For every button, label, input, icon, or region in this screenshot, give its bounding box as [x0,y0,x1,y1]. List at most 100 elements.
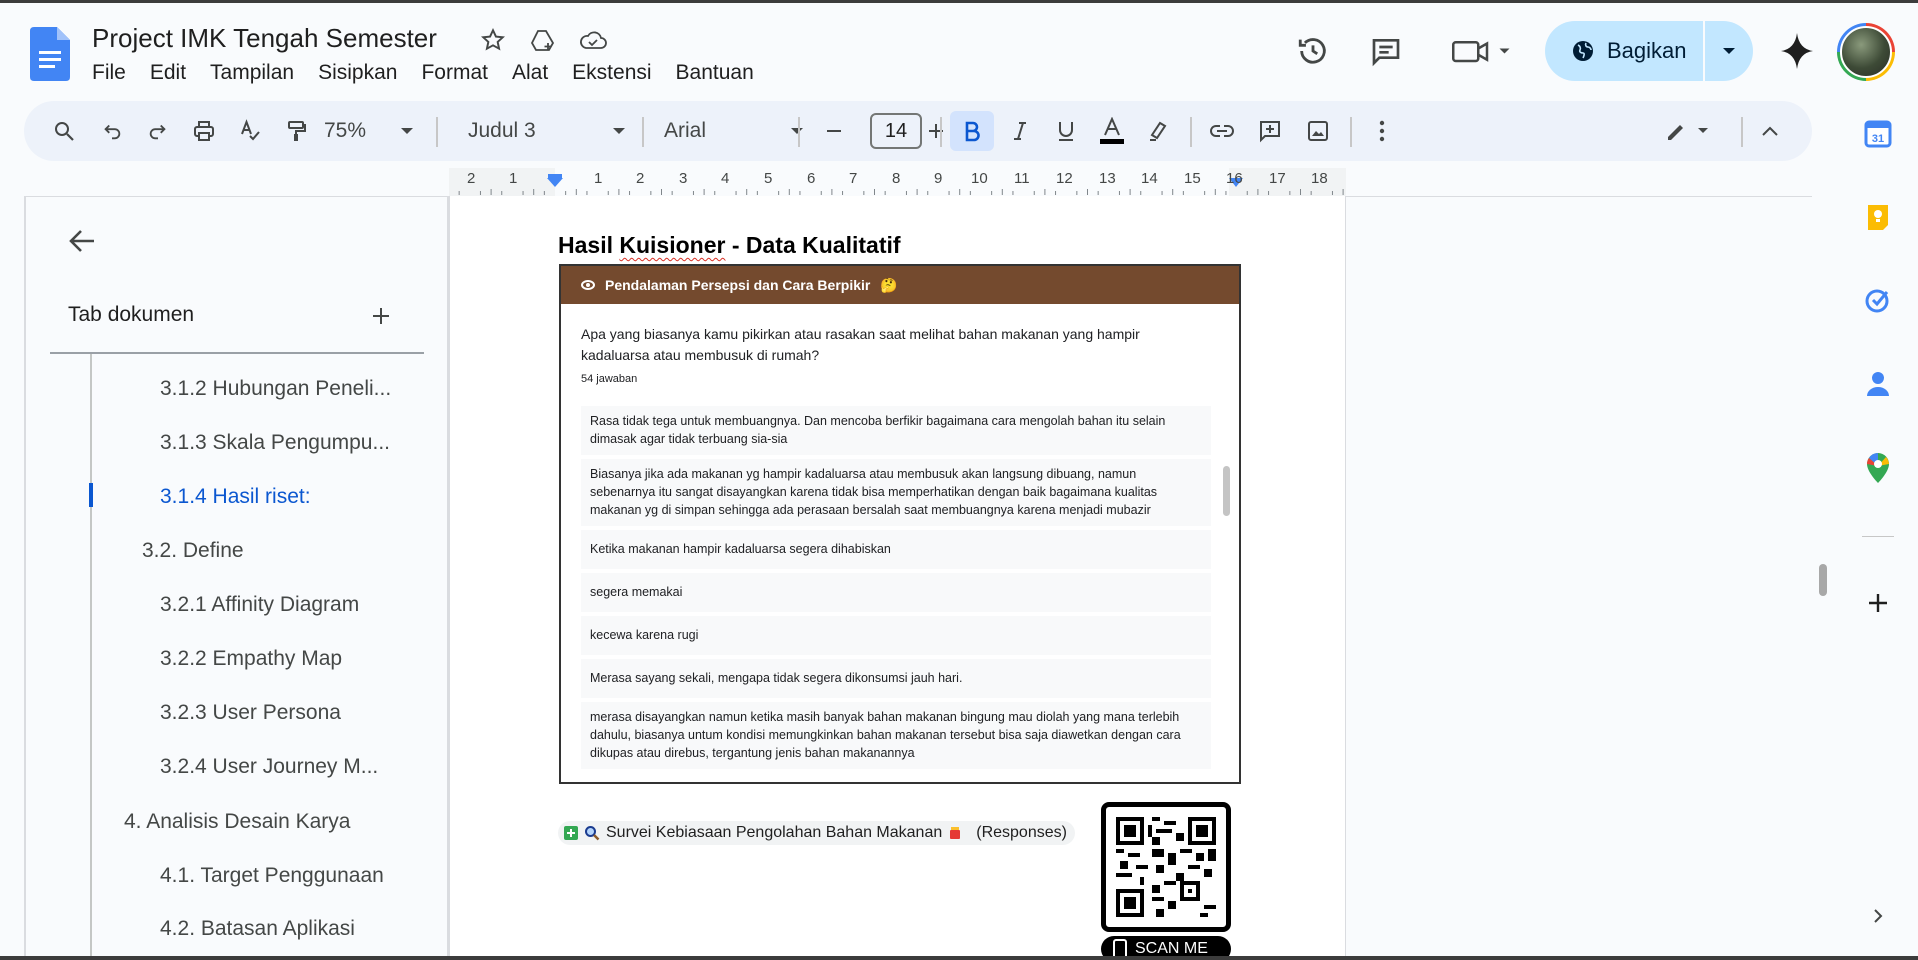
paint-format-icon[interactable] [278,111,314,151]
ruler-labels: 2 1 1 2 3 4 5 6 7 8 9 10 11 12 13 14 15 … [449,170,1346,190]
window-bottom-border [0,956,1918,960]
text-color-button[interactable] [1092,111,1132,151]
outline-item[interactable]: 4.2. Batasan Aplikasi [160,917,355,941]
redo-icon[interactable] [140,111,176,151]
answer-item: Rasa tidak tega untuk membuangnya. Dan m… [581,406,1211,455]
calendar-icon[interactable]: 31 [1860,116,1896,152]
font-size-input[interactable]: 14 [870,113,922,149]
spellcheck-icon[interactable] [232,111,268,151]
form-section-title: Pendalaman Persepsi dan Cara Berpikir [605,277,871,293]
cloud-saved-icon[interactable] [578,25,608,55]
menu-bantuan[interactable]: Bantuan [664,59,766,87]
move-to-drive-icon[interactable] [528,25,558,55]
answer-item: Ketika makanan hampir kadaluarsa segera … [581,530,1211,569]
menu-tampilan[interactable]: Tampilan [198,59,306,87]
add-tab-icon[interactable] [366,301,396,331]
share-dropdown-button[interactable] [1705,21,1753,81]
outline-item-active[interactable]: 3.1.4 Hasil riset: [160,485,311,509]
share-label: Bagikan [1607,38,1687,63]
menu-alat[interactable]: Alat [500,59,560,87]
outline-item[interactable]: 3.2.1 Affinity Diagram [160,593,359,617]
toolbar-divider [1350,117,1352,147]
document-title[interactable]: Project IMK Tengah Semester [92,23,437,54]
toolbar-divider [940,117,942,147]
gemini-icon[interactable] [1777,29,1817,73]
ruler-label: 17 [1269,170,1286,187]
bold-button[interactable] [950,111,994,151]
keep-icon[interactable] [1860,199,1896,235]
outline-item[interactable]: 4. Analisis Desain Karya [124,810,350,834]
toolbar-divider [436,117,438,147]
star-icon[interactable] [478,25,508,55]
collapse-menus-icon[interactable] [1750,111,1790,151]
insert-link-icon[interactable] [1202,111,1242,151]
highlight-color-icon[interactable] [1138,111,1178,151]
ruler-label: 2 [636,170,645,187]
tasks-icon[interactable] [1860,282,1896,318]
ruler-label: 4 [721,170,730,187]
version-history-icon[interactable] [1293,31,1333,71]
magnifier-emoji-icon [585,826,600,841]
rail-divider [1862,536,1894,537]
document-tabs-panel: Tab dokumen 3.1.2 Hubungan Peneli... 3.1… [24,196,449,960]
horizontal-ruler[interactable]: 2 1 1 2 3 4 5 6 7 8 9 10 11 12 13 14 15 … [449,168,1346,196]
outline-item[interactable]: 3.2. Define [142,539,244,563]
print-icon[interactable] [186,111,222,151]
ruler-label: 9 [934,170,943,187]
ruler-label: 14 [1141,170,1158,187]
sheets-smart-chip[interactable]: Survei Kebiasaan Pengolahan Bahan Makana… [558,821,1075,845]
expand-side-panel-icon[interactable] [1860,898,1896,934]
google-docs-logo-icon[interactable] [30,27,70,81]
active-indicator [89,483,93,507]
ruler-label: 18 [1311,170,1328,187]
add-addon-icon[interactable] [1860,585,1896,621]
outline-item[interactable]: 3.2.2 Empathy Map [160,647,342,671]
sheets-icon [564,826,578,840]
outline-item[interactable]: 3.2.3 User Persona [160,701,341,725]
outline-item[interactable]: 4.1. Target Penggunaan [160,864,384,888]
more-options-icon[interactable] [1362,111,1402,151]
paragraph-style-select[interactable]: Judul 3 [468,111,626,151]
zoom-select[interactable]: 75% [324,111,414,151]
tabs-heading: Tab dokumen [68,303,195,326]
toolbar-divider [798,117,800,147]
italic-button[interactable] [1000,111,1040,151]
outline-item[interactable]: 3.1.3 Skala Pengumpu... [160,431,390,455]
meet-video-icon[interactable] [1447,31,1517,71]
ruler-label: 3 [679,170,688,187]
search-menus-icon[interactable] [44,111,84,151]
menu-edit[interactable]: Edit [138,59,198,87]
maps-icon[interactable] [1860,450,1896,486]
editing-mode-select[interactable] [1650,111,1734,151]
decrease-font-size-icon[interactable] [814,111,854,151]
menu-sisipkan[interactable]: Sisipkan [306,59,409,87]
add-comment-icon[interactable] [1250,111,1290,151]
menu-ekstensi[interactable]: Ekstensi [560,59,663,87]
ruler-label: 6 [807,170,816,187]
ruler-label: 16 [1226,170,1243,187]
insert-image-icon[interactable] [1298,111,1338,151]
account-avatar[interactable] [1837,23,1895,81]
share-button[interactable]: Bagikan [1545,21,1705,81]
toolbar-divider [1741,117,1743,147]
ruler-label: 2 [467,170,476,187]
outline-item[interactable]: 3.2.4 User Journey M... [160,755,378,779]
undo-icon[interactable] [94,111,130,151]
form-responses-image[interactable]: Pendalaman Persepsi dan Cara Berpikir 🤔 … [559,264,1241,784]
chevron-down-icon [1723,48,1735,54]
underline-button[interactable] [1046,111,1086,151]
section-heading[interactable]: Hasil Kuisioner - Data Kualitatif [558,232,901,259]
ruler-label: 13 [1099,170,1116,187]
qr-code-pattern [1116,817,1216,917]
font-family-select[interactable]: Arial [664,111,804,151]
contacts-icon[interactable] [1860,366,1896,402]
menu-file[interactable]: File [80,59,138,87]
back-arrow-icon[interactable] [62,221,102,261]
ruler-label: 7 [849,170,858,187]
menu-format[interactable]: Format [409,59,500,87]
font-value: Arial [664,119,707,142]
comments-icon[interactable] [1366,31,1406,71]
outline-item[interactable]: 3.1.2 Hubungan Peneli... [160,377,391,401]
answer-list: Rasa tidak tega untuk membuangnya. Dan m… [581,406,1211,773]
document-scrollbar[interactable] [1819,564,1827,596]
